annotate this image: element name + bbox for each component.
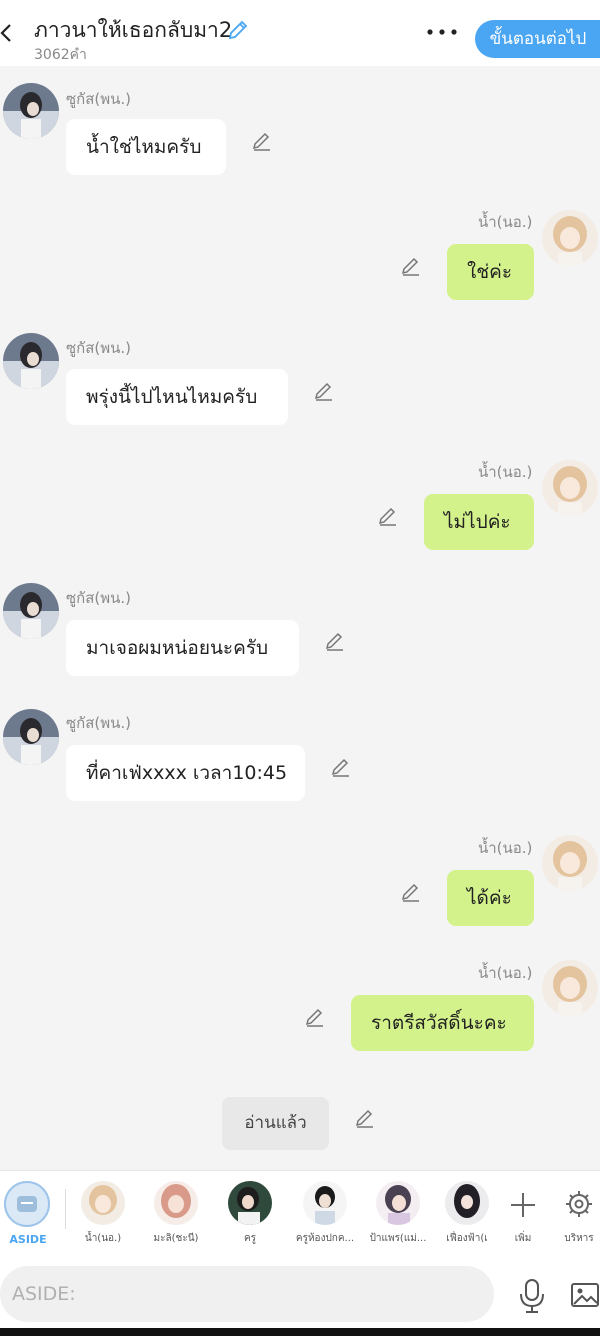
add-character-button[interactable]: เพิ่ม <box>495 1181 551 1251</box>
manage-label: บริหาร <box>564 1233 594 1244</box>
edit-message-icon[interactable] <box>400 881 422 903</box>
image-icon[interactable] <box>570 1280 600 1310</box>
edit-read-status-icon[interactable] <box>354 1107 376 1129</box>
edit-message-icon[interactable] <box>304 1006 326 1028</box>
character-pae[interactable]: ป้าแพร(แม่... <box>365 1181 431 1251</box>
message-bubble[interactable]: พรุ่งนี้ไปไหนไหมครับ <box>66 369 288 425</box>
character-label: เฟื่องฟ้า(เ <box>446 1233 488 1244</box>
character-avatar <box>376 1181 420 1225</box>
character-avatar <box>81 1181 125 1225</box>
avatar-nam[interactable] <box>542 460 598 516</box>
avatar-nam[interactable] <box>542 210 598 266</box>
back-icon[interactable] <box>0 22 18 44</box>
character-teacher[interactable]: ครู <box>217 1181 283 1251</box>
character-avatar <box>303 1181 347 1225</box>
word-count: 3062คำ <box>34 47 87 63</box>
character-avatar <box>154 1181 198 1225</box>
avatar-sugus[interactable] <box>3 83 59 139</box>
character-label: มะลิ(ชะนี) <box>153 1233 199 1244</box>
message-bubble[interactable]: ใช่ค่ะ <box>447 244 534 300</box>
sender-name: น้ำ(นอ.) <box>478 213 533 231</box>
sender-name: ซูกัส(พน.) <box>66 714 132 732</box>
aside-icon <box>17 1196 37 1212</box>
character-label: ครู <box>243 1233 257 1244</box>
message-bubble[interactable]: น้ำใช่ไหมครับ <box>66 119 226 175</box>
edit-message-icon[interactable] <box>400 255 422 277</box>
edit-title-icon[interactable] <box>226 18 250 42</box>
edit-message-icon[interactable] <box>377 505 399 527</box>
character-homeroom-teacher[interactable]: ครูห้องปกค... <box>292 1181 358 1251</box>
sender-name: ซูกัส(พน.) <box>66 589 132 607</box>
edit-message-icon[interactable] <box>330 756 352 778</box>
avatar-sugus[interactable] <box>3 583 59 639</box>
message-input[interactable] <box>0 1266 494 1322</box>
avatar-nam[interactable] <box>542 835 598 891</box>
read-status-badge: อ่านแล้ว <box>222 1097 329 1150</box>
character-label: ครูห้องปกค... <box>295 1233 355 1244</box>
sender-name: น้ำ(นอ.) <box>478 463 533 481</box>
divider <box>65 1189 66 1229</box>
avatar-nam[interactable] <box>542 960 598 1016</box>
character-avatar <box>228 1181 272 1225</box>
story-title: ภาวนาให้เธอกลับมา2 <box>34 18 233 42</box>
character-label: ป้าแพร(แม่... <box>369 1233 427 1244</box>
add-label: เพิ่ม <box>514 1233 532 1244</box>
aside-button[interactable] <box>4 1181 50 1227</box>
message-bubble[interactable]: มาเจอผมหน่อยนะครับ <box>66 620 299 676</box>
character-fueangfa[interactable]: เฟื่องฟ้า(เ <box>434 1181 500 1251</box>
sender-name: ซูกัส(พน.) <box>66 90 132 108</box>
avatar-sugus[interactable] <box>3 333 59 389</box>
manage-characters-button[interactable]: บริหาร <box>551 1181 600 1251</box>
character-bar: ASIDE น้ำ(นอ.) มะลิ(ชะนี) ครู ครูห้องปกค… <box>0 1170 600 1257</box>
next-step-button[interactable]: ขั้นตอนต่อไป <box>475 20 600 58</box>
sender-name: น้ำ(นอ.) <box>478 964 533 982</box>
gear-icon <box>566 1191 592 1217</box>
message-bubble[interactable]: ไม่ไปค่ะ <box>424 494 534 550</box>
character-mali[interactable]: มะลิ(ชะนี) <box>143 1181 209 1251</box>
aside-label: ASIDE <box>9 1233 47 1246</box>
avatar-sugus[interactable] <box>3 709 59 765</box>
edit-message-icon[interactable] <box>251 130 273 152</box>
character-label: น้ำ(นอ.) <box>84 1233 122 1244</box>
sender-name: น้ำ(นอ.) <box>478 839 533 857</box>
message-input-bar <box>0 1256 600 1328</box>
plus-icon <box>511 1193 535 1217</box>
character-nam[interactable]: น้ำ(นอ.) <box>70 1181 136 1251</box>
message-bubble[interactable]: ราตรีสวัสดิ์นะคะ <box>351 995 534 1051</box>
edit-message-icon[interactable] <box>313 380 335 402</box>
sender-name: ซูกัส(พน.) <box>66 339 132 357</box>
character-avatar <box>445 1181 489 1225</box>
microphone-icon[interactable] <box>517 1278 547 1314</box>
top-bar: ภาวนาให้เธอกลับมา2 3062คำ ขั้นตอนต่อไป <box>0 0 600 66</box>
system-nav-strip <box>0 1328 600 1336</box>
more-options-icon[interactable] <box>424 22 460 42</box>
message-bubble[interactable]: ได้ค่ะ <box>447 870 534 926</box>
edit-message-icon[interactable] <box>324 630 346 652</box>
message-bubble[interactable]: ที่คาเฟ่xxxx เวลา10:45 <box>66 745 305 801</box>
